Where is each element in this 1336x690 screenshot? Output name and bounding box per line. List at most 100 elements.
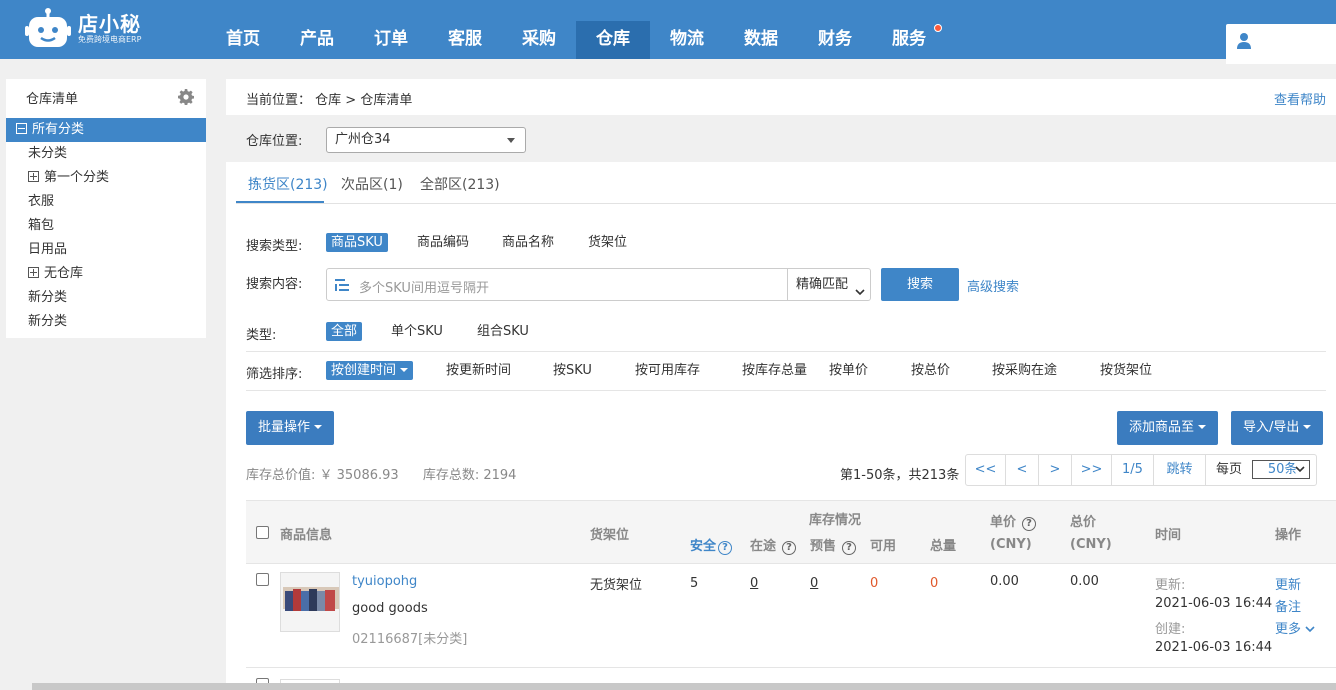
row-checkbox[interactable] (256, 573, 269, 586)
help-link[interactable]: 查看帮助 (1274, 89, 1326, 108)
th-safe[interactable]: 安全? (690, 535, 733, 555)
search-button[interactable]: 搜索 (881, 268, 959, 301)
nav-services[interactable]: 服务 (872, 21, 946, 59)
advanced-search-link[interactable]: 高级搜索 (967, 276, 1019, 295)
warehouse-select[interactable]: 广州仓34 (326, 127, 526, 153)
gear-icon[interactable] (178, 89, 195, 109)
sort-total-price[interactable]: 按总价 (906, 361, 955, 380)
sort-total-stock[interactable]: 按库存总量 (737, 361, 812, 380)
sidebar-item-clothes[interactable]: 衣服 (6, 190, 206, 214)
search-placeholder: 多个SKU间用逗号隔开 (359, 281, 489, 296)
available-stock-value: 0 (870, 576, 879, 591)
inventory-stats: 库存总价值: ￥ 35086.93 库存总数: 2194 (246, 464, 516, 483)
collapse-icon[interactable] (16, 123, 27, 134)
tab-defective-zone[interactable]: 次品区(1) (341, 174, 403, 194)
product-thumbnail[interactable] (280, 572, 340, 632)
user-menu[interactable] (1226, 24, 1336, 64)
expand-icon[interactable] (28, 267, 39, 278)
list-icon[interactable] (335, 278, 351, 296)
import-export-label: 导入/导出 (1243, 420, 1300, 435)
th-unit-price-label: 单价 (990, 515, 1017, 530)
horizontal-scrollbar[interactable] (32, 683, 1336, 690)
page-indicator[interactable]: 1/5 (1112, 455, 1154, 485)
caret-down-icon (314, 425, 323, 429)
category-sidebar: 仓库清单 所有分类 未分类 第一个分类 衣服 箱包 日用品 无仓库 新分类 新分… (6, 79, 206, 338)
updated-time: 2021-06-03 16:44 (1155, 596, 1273, 611)
logo[interactable]: 店小秘 免费跨境电商ERP (24, 6, 141, 52)
nav-purchase[interactable]: 采购 (502, 21, 576, 59)
sidebar-item-all[interactable]: 所有分类 (6, 118, 206, 142)
product-description: good goods (352, 601, 428, 616)
first-page-button[interactable]: << (966, 455, 1006, 485)
nav-customer-service[interactable]: 客服 (428, 21, 502, 59)
search-type-label: 搜索类型: (246, 239, 303, 254)
last-page-button[interactable]: >> (1072, 455, 1112, 485)
search-type-shelf[interactable]: 货架位 (583, 233, 632, 252)
help-icon[interactable]: ? (842, 541, 857, 555)
sidebar-item-uncategorized[interactable]: 未分类 (6, 142, 206, 166)
nav-services-label: 服务 (892, 29, 926, 49)
breadcrumb-prefix: 当前位置： (246, 93, 312, 108)
note-link[interactable]: 备注 (1275, 596, 1301, 615)
product-name-link[interactable]: tyuiopohg (352, 574, 417, 589)
help-icon[interactable]: ? (718, 541, 733, 555)
type-single-sku[interactable]: 单个SKU (386, 322, 448, 341)
tab-picking-zone[interactable]: 拣货区(213) (248, 174, 328, 194)
type-filter-label: 类型: (246, 328, 277, 343)
th-total-price: 总价 (1070, 515, 1097, 530)
sidebar-item-first-category[interactable]: 第一个分类 (6, 166, 206, 190)
th-in-transit: 在途? (750, 535, 797, 555)
match-mode-select[interactable]: 精确匹配 (787, 269, 871, 300)
nav-data[interactable]: 数据 (724, 21, 798, 59)
per-page-select[interactable]: 50条 (1252, 460, 1311, 479)
th-safe-label: 安全 (690, 539, 717, 554)
more-link[interactable]: 更多 (1275, 618, 1315, 637)
help-icon[interactable]: ? (782, 541, 797, 555)
main-nav: 首页 产品 订单 客服 采购 仓库 物流 数据 财务 服务 (206, 21, 946, 59)
next-page-button[interactable]: > (1039, 455, 1072, 485)
batch-operations-label: 批量操作 (258, 420, 311, 435)
tab-all-zones[interactable]: 全部区(213) (420, 174, 500, 194)
sort-in-transit[interactable]: 按采购在途 (987, 361, 1062, 380)
add-product-to-button[interactable]: 添加商品至 (1117, 411, 1219, 445)
sort-shelf[interactable]: 按货架位 (1095, 361, 1157, 380)
jump-button[interactable]: 跳转 (1154, 455, 1206, 485)
prev-page-button[interactable]: < (1006, 455, 1039, 485)
main-panel: 当前位置： 仓库 > 仓库清单 查看帮助 仓库位置: 广州仓34 拣货区(213… (226, 79, 1336, 690)
type-combo-sku[interactable]: 组合SKU (472, 322, 534, 341)
sort-updated-time[interactable]: 按更新时间 (441, 361, 516, 380)
per-page-value: 50条 (1267, 462, 1298, 477)
sort-unit-price[interactable]: 按单价 (824, 361, 873, 380)
sidebar-item-new-category[interactable]: 新分类 (6, 310, 206, 334)
nav-logistics[interactable]: 物流 (650, 21, 724, 59)
sidebar-item-new-category[interactable]: 新分类 (6, 286, 206, 310)
sidebar-item-daily-goods[interactable]: 日用品 (6, 238, 206, 262)
warehouse-select-row: 仓库位置: 广州仓34 (226, 115, 1336, 162)
update-link[interactable]: 更新 (1275, 574, 1301, 593)
th-presale: 预售? (810, 535, 857, 555)
nav-orders[interactable]: 订单 (354, 21, 428, 59)
search-type-code[interactable]: 商品编码 (412, 233, 474, 252)
search-type-sku[interactable]: 商品SKU (326, 233, 388, 252)
nav-products[interactable]: 产品 (280, 21, 354, 59)
help-icon[interactable]: ? (1022, 517, 1037, 531)
search-type-name[interactable]: 商品名称 (497, 233, 559, 252)
type-all[interactable]: 全部 (326, 322, 363, 341)
shelf-value: 无货架位 (590, 578, 643, 593)
nav-home[interactable]: 首页 (206, 21, 280, 59)
presale-link[interactable]: 0 (810, 576, 818, 591)
import-export-button[interactable]: 导入/导出 (1231, 411, 1324, 445)
in-transit-link[interactable]: 0 (750, 576, 758, 591)
select-all-checkbox[interactable] (256, 526, 269, 539)
nav-warehouse[interactable]: 仓库 (576, 21, 650, 59)
sort-available-stock[interactable]: 按可用库存 (630, 361, 705, 380)
batch-operations-button[interactable]: 批量操作 (246, 411, 335, 445)
nav-finance[interactable]: 财务 (798, 21, 872, 59)
expand-icon[interactable] (28, 171, 39, 182)
total-price-value: 0.00 (1070, 574, 1099, 589)
sort-sku[interactable]: 按SKU (548, 361, 597, 380)
sort-created-time[interactable]: 按创建时间 (326, 361, 414, 380)
sidebar-item-bags[interactable]: 箱包 (6, 214, 206, 238)
search-input[interactable]: 多个SKU间用逗号隔开 精确匹配 (326, 268, 871, 301)
sidebar-item-no-warehouse[interactable]: 无仓库 (6, 262, 206, 286)
